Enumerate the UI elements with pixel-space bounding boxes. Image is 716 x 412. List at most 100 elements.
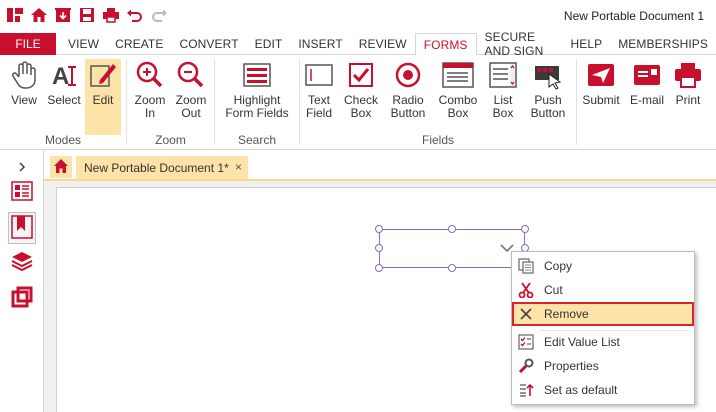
bookmark-icon (11, 214, 33, 242)
menu-item-copy[interactable]: Copy (512, 254, 694, 278)
download-icon[interactable] (54, 6, 72, 24)
layers-icon (11, 250, 33, 275)
combo-box-button[interactable]: Combo Box (436, 59, 480, 120)
set-default-icon (512, 382, 540, 398)
save-icon[interactable] (78, 6, 96, 24)
remove-label: Remove (544, 307, 589, 321)
resize-handle[interactable] (448, 225, 456, 233)
scissors-icon (512, 282, 540, 298)
tab-forms[interactable]: FORMS (414, 33, 477, 56)
modes-group-label: Modes (44, 133, 82, 147)
menu-item-remove[interactable]: Remove (512, 302, 694, 326)
highlight-form-fields-button[interactable]: Highlight Form Fields (219, 59, 295, 120)
edit-value-list-label: Edit Value List (544, 335, 620, 349)
send-icon (585, 59, 617, 91)
tab-help[interactable]: HELP (562, 33, 610, 55)
radio-button-label-2: Button (390, 106, 426, 120)
edit-mode-button[interactable]: Edit (85, 59, 121, 135)
print-form-button[interactable]: Print (669, 59, 707, 107)
edit-mode-label: Edit (92, 93, 114, 107)
printer-icon (672, 59, 704, 91)
file-menu-button[interactable]: FILE (0, 33, 56, 55)
zoom-out-button[interactable]: Zoom Out (172, 59, 210, 120)
close-tab-icon[interactable]: × (235, 160, 242, 174)
text-field-label-2: Field (305, 106, 332, 120)
menu-item-properties[interactable]: Properties (512, 354, 694, 378)
window-title: New Portable Document 1 (563, 9, 704, 23)
thumbnails-panel-button[interactable] (8, 178, 36, 206)
side-panel (0, 150, 44, 412)
zoom-group-label: Zoom (155, 133, 186, 147)
zoom-in-label-2: In (144, 106, 155, 120)
zoom-out-icon (175, 59, 207, 91)
list-box-label-2: Box (492, 106, 514, 120)
email-button[interactable]: E-mail (627, 59, 667, 107)
wrench-icon (512, 358, 540, 374)
tab-edit[interactable]: EDIT (247, 33, 291, 55)
tab-create[interactable]: CREATE (107, 33, 171, 55)
title-bar: New Portable Document 1 (0, 0, 716, 33)
undo-icon[interactable] (126, 6, 144, 24)
combo-box-label-2: Box (447, 106, 469, 120)
view-mode-label: View (11, 93, 37, 107)
tab-view[interactable]: VIEW (60, 33, 107, 55)
document-tab-name: New Portable Document 1* (84, 160, 229, 175)
menu-bar: FILE VIEW CREATE CONVERT EDIT INSERT REV… (0, 30, 716, 58)
zoom-in-button[interactable]: Zoom In (131, 59, 169, 120)
bookmarks-panel-button[interactable] (8, 212, 36, 244)
tab-secure-and-sign[interactable]: SECURE AND SIGN (477, 30, 563, 58)
push-button-button[interactable]: Push Button (524, 59, 572, 120)
zoom-out-label-2: Out (181, 106, 201, 120)
layers-panel-button[interactable] (8, 248, 36, 276)
app-logo-icon[interactable] (6, 6, 24, 24)
fields-group-label: Fields (421, 133, 454, 147)
search-group: Highlight Form Fields Search (215, 55, 299, 150)
print-icon[interactable] (102, 6, 120, 24)
resize-handle[interactable] (375, 225, 383, 233)
submit-button[interactable]: Submit (579, 59, 623, 107)
checklist-icon (512, 334, 540, 350)
resize-handle[interactable] (375, 264, 383, 272)
svg-text:A: A (52, 63, 69, 90)
list-box-button[interactable]: List Box (484, 59, 522, 120)
text-field-button[interactable]: Text Field (300, 59, 338, 120)
home-icon[interactable] (30, 6, 48, 24)
text-field-icon (303, 59, 335, 91)
close-icon (512, 307, 540, 321)
document-tab-bar: New Portable Document 1* × (44, 150, 716, 181)
select-mode-label: Select (47, 93, 81, 107)
select-mode-button[interactable]: A Select (46, 59, 82, 107)
menu-item-cut[interactable]: Cut (512, 278, 694, 302)
radio-button-button[interactable]: Radio Button (386, 59, 430, 120)
menu-item-edit-value-list[interactable]: Edit Value List (512, 330, 694, 354)
resize-handle[interactable] (521, 225, 529, 233)
resize-handle[interactable] (375, 244, 383, 252)
attachments-panel-button[interactable] (8, 284, 36, 312)
ribbon: View A Select Edit Modes Zoom In Zoom Ou… (0, 55, 716, 150)
print-label: Print (675, 93, 701, 107)
actions-group: Submit E-mail Print (577, 55, 716, 150)
set-as-default-label: Set as default (544, 383, 618, 397)
select-text-icon: A (48, 59, 80, 91)
check-box-button[interactable]: Check Box (342, 59, 380, 120)
fields-group: Text Field Check Box Radio Button Combo … (300, 55, 576, 150)
context-menu: Copy Cut Remove Edit Value List Properti… (511, 251, 695, 405)
zoom-in-icon (134, 59, 166, 91)
resize-handle[interactable] (448, 264, 456, 272)
highlight-label-2: Form Fields (225, 106, 289, 120)
redo-icon[interactable] (150, 6, 168, 24)
tab-memberships[interactable]: MEMBERSHIPS (610, 33, 716, 55)
menu-item-set-as-default[interactable]: Set as default (512, 378, 694, 402)
tab-convert[interactable]: CONVERT (171, 33, 246, 55)
tab-insert[interactable]: INSERT (290, 33, 350, 55)
combo-box-form-field[interactable] (379, 229, 525, 268)
view-mode-button[interactable]: View (6, 59, 42, 107)
tab-review[interactable]: REVIEW (351, 33, 415, 55)
search-group-label: Search (237, 133, 277, 147)
home-tab[interactable] (50, 156, 72, 178)
document-tab[interactable]: New Portable Document 1* × (76, 156, 248, 179)
email-icon (631, 59, 663, 91)
modes-group: View A Select Edit Modes (0, 55, 126, 150)
thumbnails-icon (11, 180, 33, 204)
home-icon (53, 158, 69, 177)
